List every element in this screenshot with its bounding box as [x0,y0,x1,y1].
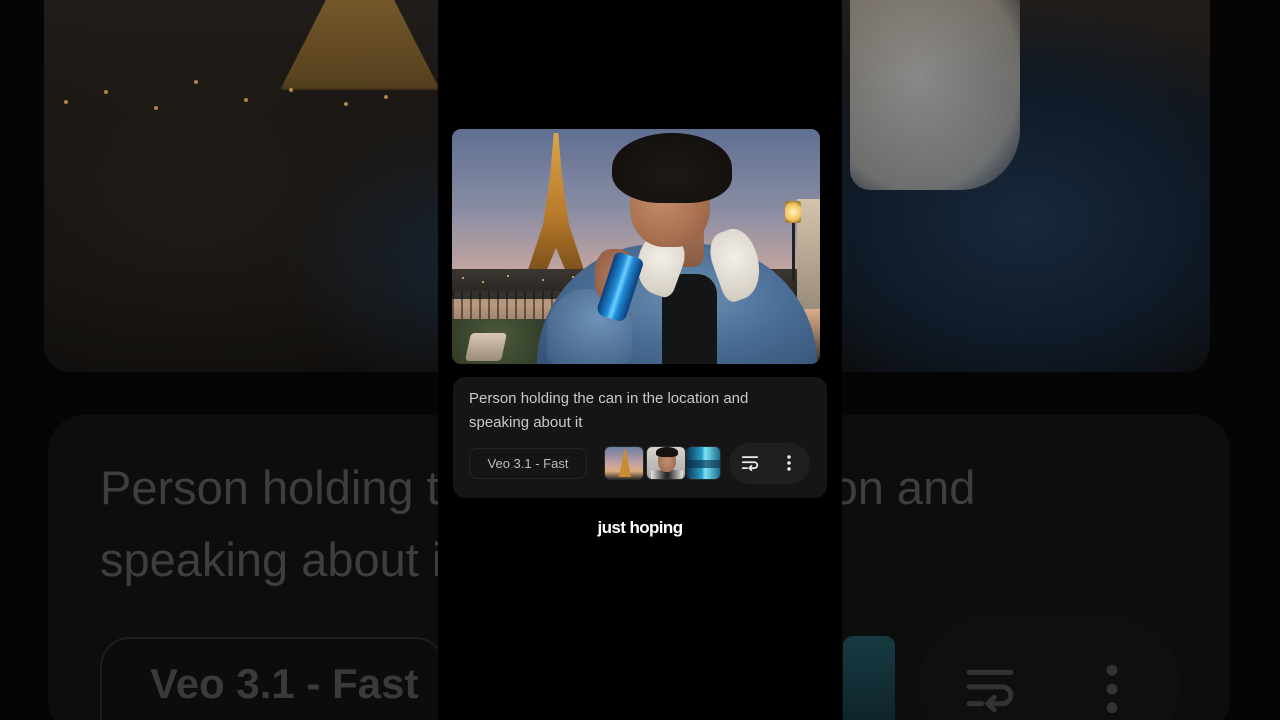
more-options-button[interactable] [774,448,804,478]
background-city-lights [44,40,444,160]
eiffel-tower-thumbnail[interactable] [604,446,644,480]
can-thumbnail[interactable] [686,446,721,480]
background-more-options-icon [1100,662,1124,720]
person-thumbnail[interactable] [646,446,686,480]
street-lamp [785,201,801,223]
background-actions-pill [918,615,1180,720]
model-selector-button[interactable]: Veo 3.1 - Fast [469,448,587,479]
prompt-text: Person holding the can in the location a… [469,390,749,431]
generated-video-preview[interactable] [452,129,820,364]
background-model-label: Veo 3.1 - Fast [150,660,419,707]
thumbnail-hair-shape [656,447,678,457]
more-options-icon [787,455,791,471]
video-caption: just hoping [597,518,684,537]
wrap-text-icon [741,456,759,471]
background-jacket-collar [850,0,1020,190]
thumbnail-can-band [687,460,720,468]
background-can-thumbnail [843,636,895,720]
thumbnail-tower-shape [619,449,631,477]
background-wrap-text-icon [965,660,1015,720]
person-hair [612,133,732,203]
eiffel-tower [527,133,585,273]
wrap-text-button[interactable] [735,448,765,478]
terrace-chair [465,333,507,361]
